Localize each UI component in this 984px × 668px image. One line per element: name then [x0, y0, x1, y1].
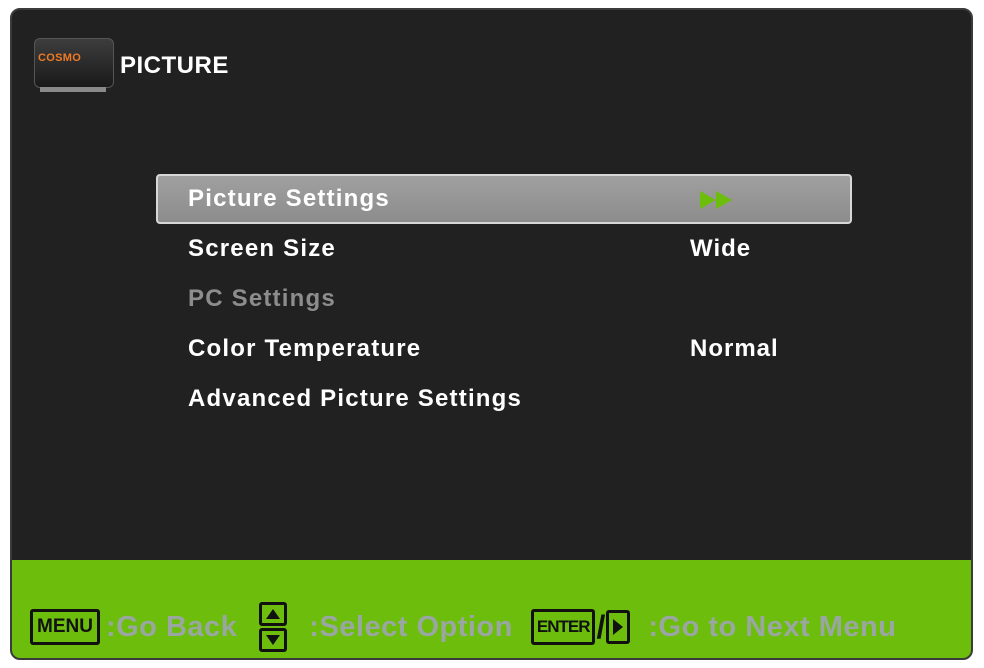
menu-item-screen-size[interactable]: Screen Size Wide [156, 224, 852, 274]
help-bar: MENU :Go Back :Select Option ENTER / :Go [12, 560, 971, 658]
double-play-arrow-icon [700, 191, 732, 209]
menu-item-pc-settings: PC Settings [156, 274, 852, 324]
menu-item-label: Picture Settings [188, 185, 390, 212]
enter-key-icon: ENTER [530, 609, 596, 645]
key-separator: / [596, 608, 606, 645]
menu-item-advanced-picture-settings[interactable]: Advanced Picture Settings [156, 374, 852, 424]
go-next-menu-hint: :Go to Next Menu [648, 610, 897, 643]
up-down-arrows-icon [259, 602, 288, 652]
brand-logo: COSMO [34, 38, 116, 94]
go-back-hint: :Go Back [105, 610, 238, 643]
help-hints: MENU :Go Back :Select Option ENTER / :Go [30, 602, 896, 652]
right-arrow-key-icon [606, 610, 631, 644]
menu-item-picture-settings[interactable]: Picture Settings [156, 174, 852, 224]
menu-header: COSMO PICTURE [34, 38, 229, 94]
menu-item-color-temperature[interactable]: Color Temperature Normal [156, 324, 852, 374]
menu-list: Picture Settings Screen Size Wide PC Set… [156, 174, 852, 424]
menu-item-label: Color Temperature [188, 335, 422, 362]
page-title: PICTURE [120, 52, 229, 79]
up-arrow-icon [259, 602, 288, 626]
menu-key-icon: MENU [30, 609, 100, 645]
menu-item-value: Wide [690, 235, 752, 262]
down-arrow-icon [259, 628, 288, 652]
menu-item-value: Normal [690, 335, 779, 362]
menu-item-label: Advanced Picture Settings [188, 385, 523, 412]
tv-stand [40, 87, 106, 92]
menu-item-label: PC Settings [188, 285, 336, 312]
osd-menu-panel: COSMO PICTURE Picture Settings Screen Si… [10, 8, 973, 660]
tv-screen: COSMO PICTURE Picture Settings Screen Si… [0, 0, 984, 668]
menu-item-label: Screen Size [188, 235, 336, 262]
select-option-hint: :Select Option [309, 610, 513, 643]
logo-text: COSMO [38, 52, 82, 64]
